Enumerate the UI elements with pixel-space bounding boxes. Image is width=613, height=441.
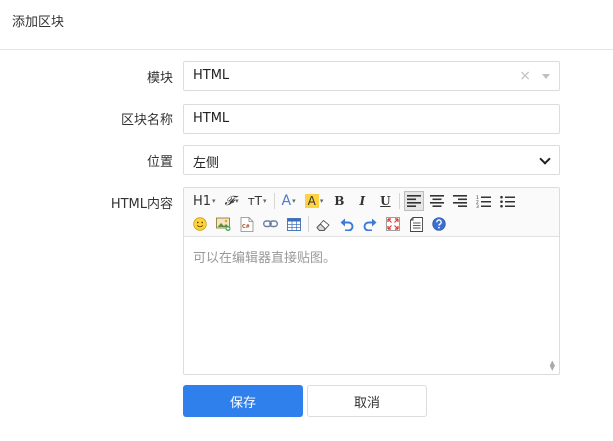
align-right-button[interactable]	[450, 191, 470, 211]
fullscreen-icon	[386, 217, 400, 231]
align-left-icon	[407, 195, 422, 207]
code-label: C#	[242, 224, 250, 230]
underline-icon: U	[380, 194, 391, 208]
dropdown-icon: ▾	[212, 197, 216, 205]
html-editor[interactable]: H1 ▾ 𝓕 ▾ тT ▾ A ▾ A ▾ B I U 1 2 3 C# 可以在…	[183, 187, 560, 375]
dialog-header: 添加区块	[0, 0, 613, 50]
align-left-button[interactable]	[404, 191, 425, 211]
ordered-list-button[interactable]: 123	[473, 191, 494, 211]
table-icon	[287, 217, 301, 231]
source-file-icon	[409, 216, 423, 232]
align-center-button[interactable]	[427, 191, 447, 211]
emoji-button[interactable]	[190, 214, 210, 234]
source-code-button[interactable]	[406, 214, 426, 234]
position-select[interactable]: 左侧	[183, 145, 560, 175]
position-label: 位置	[146, 155, 173, 170]
block-name-label: 区块名称	[120, 113, 173, 128]
align-right-icon	[453, 195, 468, 207]
dropdown-icon: ▾	[319, 197, 324, 205]
cancel-button[interactable]: 取消	[307, 385, 427, 417]
font-family-button[interactable]: 𝓕 ▾	[222, 191, 242, 211]
block-name-input[interactable]: HTML	[183, 104, 560, 134]
resize-handle-icon[interactable]: ▲ ▼	[550, 360, 555, 372]
help-icon	[432, 217, 446, 231]
heading-label: H1	[193, 193, 212, 209]
insert-link-button[interactable]	[260, 214, 281, 234]
underline-button[interactable]: U	[375, 191, 395, 211]
italic-icon: I	[359, 194, 366, 208]
caret-down-icon[interactable]	[542, 74, 550, 79]
redo-icon	[363, 218, 377, 231]
dropdown-icon: ▾	[263, 197, 267, 205]
image-icon	[216, 217, 231, 231]
bold-icon: B	[334, 194, 345, 208]
smiley-icon	[193, 217, 207, 231]
font-size-button[interactable]: тT ▾	[245, 191, 270, 211]
svg-text:3: 3	[476, 204, 479, 208]
chevron-down-icon[interactable]	[539, 153, 551, 165]
font-color-icon: A	[281, 193, 292, 209]
eraser-icon	[316, 219, 330, 231]
insert-table-button[interactable]	[284, 214, 304, 234]
italic-button[interactable]: I	[352, 191, 372, 211]
font-color-button[interactable]: A ▾	[279, 191, 299, 211]
editor-placeholder: 可以在编辑器直接贴图。	[193, 251, 337, 266]
link-icon	[263, 220, 278, 228]
html-content-label: HTML内容	[110, 197, 173, 212]
heading-button[interactable]: H1 ▾	[190, 191, 219, 211]
module-label: 模块	[146, 71, 173, 86]
background-color-icon: A	[304, 194, 319, 208]
unordered-list-button[interactable]	[497, 191, 518, 211]
help-button[interactable]	[429, 214, 449, 234]
redo-button[interactable]	[360, 214, 380, 234]
unordered-list-icon	[500, 195, 516, 207]
align-center-icon	[430, 195, 445, 207]
toolbar-separator	[308, 216, 309, 232]
fullscreen-button[interactable]	[383, 214, 403, 234]
clear-icon[interactable]: ×	[519, 68, 531, 84]
font-family-icon: 𝓕	[224, 193, 235, 209]
ordered-list-icon: 123	[476, 195, 492, 208]
block-name-input-value: HTML	[193, 111, 230, 126]
insert-image-button[interactable]	[213, 214, 234, 234]
editor-toolbar: H1 ▾ 𝓕 ▾ тT ▾ A ▾ A ▾ B I U 1 2 3 C#	[184, 188, 559, 237]
dialog-title: 添加区块	[12, 15, 65, 30]
clear-format-button[interactable]	[313, 214, 334, 234]
save-button[interactable]: 保存	[183, 385, 303, 417]
module-select[interactable]: HTML ×	[183, 61, 560, 91]
editor-content-area[interactable]: 可以在编辑器直接贴图。 ▲ ▼	[184, 238, 559, 374]
bold-button[interactable]: B	[329, 191, 349, 211]
dropdown-icon: ▾	[235, 197, 239, 205]
undo-icon	[340, 218, 354, 231]
background-color-button[interactable]: A ▾	[302, 191, 327, 211]
toolbar-separator	[273, 193, 275, 209]
toolbar-separator	[399, 193, 401, 209]
insert-code-button[interactable]: C#	[237, 214, 257, 234]
dropdown-icon: ▾	[292, 197, 296, 205]
code-file-icon: C#	[240, 216, 254, 232]
position-select-value: 左侧	[193, 156, 220, 171]
font-size-icon: тT	[247, 194, 263, 208]
undo-button[interactable]	[337, 214, 357, 234]
module-select-value: HTML	[193, 68, 230, 83]
